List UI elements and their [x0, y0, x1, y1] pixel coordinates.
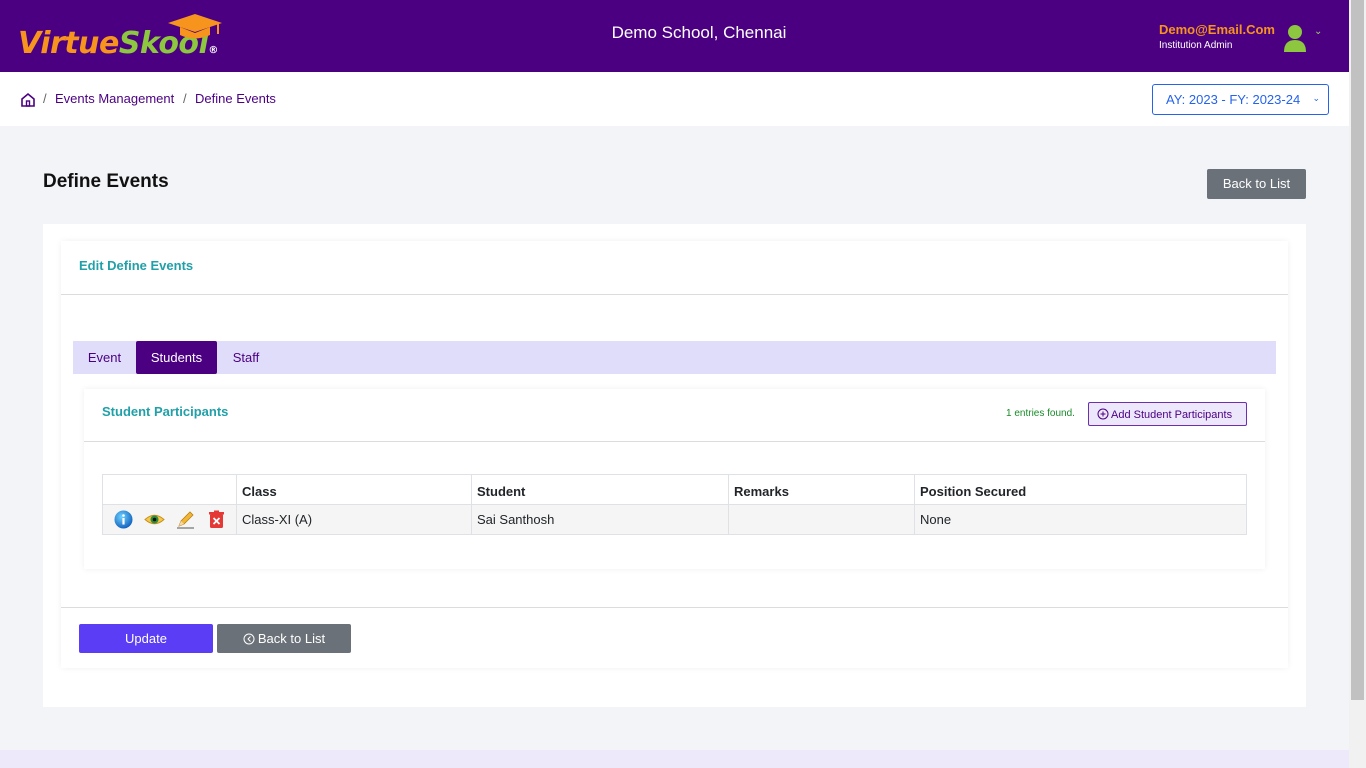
user-avatar-icon[interactable]	[1283, 24, 1307, 52]
top-header: VirtueSkool® Demo School, Chennai Demo@E…	[0, 0, 1349, 72]
column-header-student: Student	[471, 474, 729, 505]
edit-form-card: Edit Define Events Event Students Staff …	[61, 241, 1288, 668]
chevron-down-icon: ⌄	[1312, 93, 1320, 103]
academic-year-label: AY: 2023 - FY: 2023-24	[1166, 92, 1301, 107]
home-icon[interactable]	[20, 92, 36, 108]
column-header-remarks: Remarks	[728, 474, 915, 505]
back-to-list-button[interactable]: Back to List	[1207, 169, 1306, 199]
tab-bar: Event Students Staff	[73, 341, 1276, 374]
row-actions	[102, 504, 237, 535]
delete-icon[interactable]	[206, 509, 227, 530]
page-scrollbar[interactable]	[1349, 0, 1366, 768]
tab-event[interactable]: Event	[73, 341, 136, 374]
cell-class: Class-XI (A)	[236, 504, 472, 535]
breadcrumb-define-events: Define Events	[195, 91, 276, 106]
info-icon[interactable]	[113, 509, 134, 530]
back-button-label: Back to List	[257, 631, 326, 646]
page-title: Define Events	[43, 171, 169, 192]
participants-header: Student Participants 1 entries found. Ad…	[84, 389, 1265, 442]
participants-title: Student Participants	[102, 404, 229, 419]
form-footer-divider	[61, 607, 1288, 608]
page-footer-strip	[0, 750, 1349, 768]
main-card: Edit Define Events Event Students Staff …	[43, 224, 1306, 707]
form-header: Edit Define Events	[61, 241, 1288, 295]
column-header-class: Class	[236, 474, 472, 505]
back-to-list-footer-button[interactable]: Back to List	[217, 624, 351, 653]
user-role: Institution Admin	[1159, 40, 1233, 51]
participants-table: Class Student Remarks Position Secured C…	[102, 474, 1247, 535]
cell-remarks	[728, 504, 915, 535]
scroll-thumb[interactable]	[1351, 0, 1364, 700]
cell-student: Sai Santhosh	[471, 504, 729, 535]
chevron-down-icon[interactable]: ⌄	[1314, 26, 1322, 37]
tab-staff[interactable]: Staff	[217, 341, 275, 374]
academic-year-select[interactable]: AY: 2023 - FY: 2023-24 ⌄	[1152, 84, 1329, 115]
breadcrumb-events-management[interactable]: Events Management	[55, 91, 174, 106]
breadcrumb-separator: /	[43, 91, 47, 106]
cell-position: None	[914, 504, 1247, 535]
add-button-label: Add Student Participants	[1111, 409, 1233, 421]
row-action-group	[108, 509, 231, 530]
column-header-actions	[102, 474, 237, 505]
tab-students[interactable]: Students	[136, 341, 217, 374]
update-button[interactable]: Update	[79, 624, 213, 653]
table-row: Class-XI (A) Sai Santhosh None	[102, 504, 1247, 535]
eye-icon[interactable]	[144, 509, 165, 530]
table-header-row: Class Student Remarks Position Secured	[102, 474, 1247, 505]
form-title: Edit Define Events	[79, 258, 194, 273]
entries-count: 1 entries found.	[1006, 408, 1075, 419]
breadcrumb-bar: / Events Management / Define Events AY: …	[0, 72, 1349, 126]
edit-pencil-icon[interactable]	[175, 509, 196, 530]
plus-circle-icon	[1097, 408, 1109, 420]
column-header-position: Position Secured	[914, 474, 1247, 505]
arrow-left-circle-icon	[243, 633, 255, 645]
breadcrumb-separator: /	[183, 91, 187, 106]
student-participants-card: Student Participants 1 entries found. Ad…	[84, 389, 1265, 569]
user-email[interactable]: Demo@Email.Com	[1159, 22, 1275, 37]
add-student-participants-button[interactable]: Add Student Participants	[1088, 402, 1247, 426]
